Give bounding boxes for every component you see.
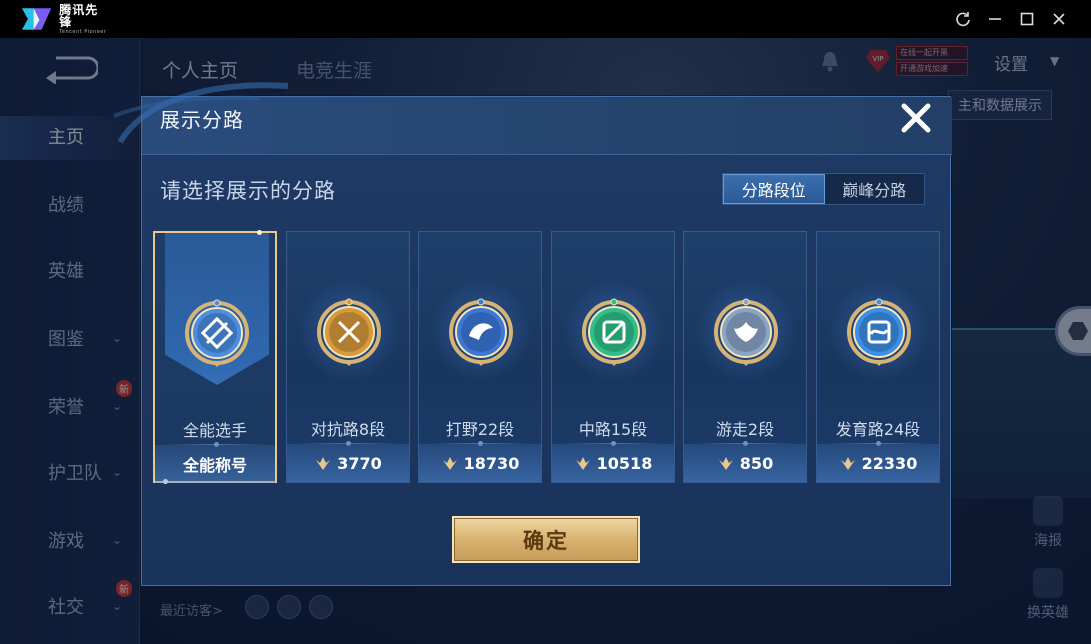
lane-card[interactable]: 游走2段 850 [683,231,807,483]
lane-card[interactable]: 中路15段 10518 [551,231,675,483]
lane-score: 3770 [337,453,382,473]
lane-score: 10518 [596,453,653,473]
dialog-title: 展示分路 [160,108,244,132]
refresh-icon [956,12,970,27]
card-footer: 850 [684,444,806,482]
lane-rank-label: 中路15段 [578,420,648,439]
card-footer: 22330 [817,444,939,482]
tab-lane-rank[interactable]: 分路段位 [723,174,825,204]
card-footer: 全能称号 [155,445,275,483]
lane-card[interactable]: 对抗路8段 3770 [286,231,410,483]
lane-rank-label: 游走2段 [715,420,775,439]
display-mode-switch: 分路段位 巅峰分路 [722,173,925,205]
window-close-button[interactable] [1046,7,1072,31]
lane-card[interactable]: 全能选手 全能称号 [153,230,277,484]
app-name: 腾讯先锋 [59,2,99,29]
app-logo: 腾讯先锋 Tencent Pioneer [20,2,110,35]
tab-peak-lane[interactable]: 巅峰分路 [825,174,925,204]
lane-rank-label: 全能选手 [182,421,247,440]
dialog-close-button[interactable] [898,100,934,136]
minimize-button[interactable] [982,7,1008,31]
mid-lane-emblem-icon [582,298,646,366]
lane-score: 全能称号 [182,456,247,475]
clash-lane-emblem-icon [317,298,381,366]
card-footer: 18730 [419,444,541,482]
app-logo-icon [21,8,52,30]
lane-score: 850 [739,453,774,473]
rank-points-icon [575,457,590,470]
jungle-emblem-icon [449,298,513,366]
minimize-icon [989,18,1001,20]
confirm-button[interactable]: 确定 [452,516,640,563]
lane-rank-label: 发育路24段 [835,420,921,439]
lane-rank-label: 打野22段 [445,420,515,439]
lane-card[interactable]: 打野22段 18730 [418,231,542,483]
rank-points-icon [316,457,331,470]
window-titlebar: 腾讯先锋 Tencent Pioneer [0,0,1091,38]
close-icon [1053,13,1065,25]
maximize-icon [1020,12,1034,26]
rank-points-icon [718,457,733,470]
refresh-button[interactable] [950,7,976,31]
lane-score: 18730 [463,453,520,473]
lane-rank-label: 对抗路8段 [310,420,386,439]
maximize-button[interactable] [1014,7,1040,31]
dialog-subtitle: 请选择展示的分路 [160,179,336,203]
app-name-en: Tencent Pioneer [59,28,107,35]
all-round-emblem-icon [185,299,249,367]
roam-emblem-icon [714,298,778,366]
card-footer: 10518 [552,444,674,482]
farm-lane-emblem-icon [847,298,911,366]
rank-points-icon [442,457,457,470]
card-footer: 3770 [287,444,409,482]
close-icon [901,103,931,133]
corner-sparkle [257,230,262,235]
lane-card[interactable]: 发育路24段 22330 [816,231,940,483]
rank-points-icon [840,457,855,470]
lane-score: 22330 [861,453,918,473]
